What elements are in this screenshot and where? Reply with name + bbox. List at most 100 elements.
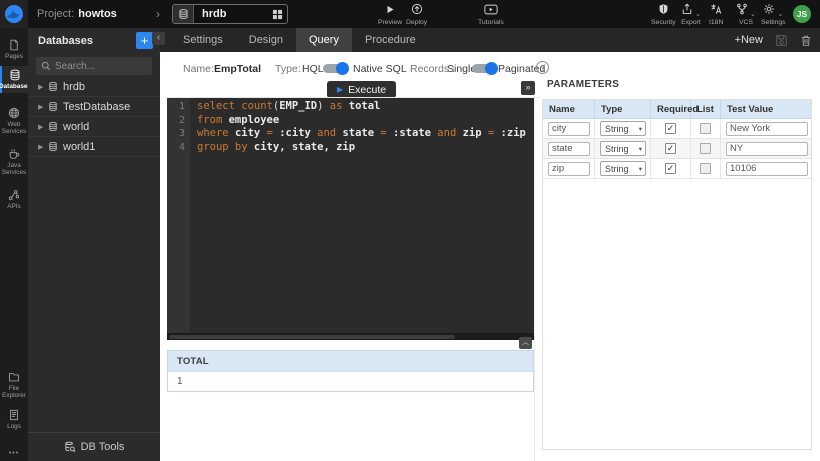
db-tools-button[interactable]: DB Tools — [28, 432, 160, 461]
sidebar-item-web-services[interactable]: Web Services — [0, 104, 28, 138]
expand-arrow-icon[interactable]: ▶ — [38, 83, 48, 91]
topbar-action-i18n[interactable]: I18N — [709, 3, 723, 26]
help-icon[interactable]: ? — [536, 61, 549, 74]
sidebar-item-apis[interactable]: APIs — [0, 186, 28, 213]
topbar-action-export[interactable]: ⌄Export — [681, 3, 701, 26]
topbar-action-label: I18N — [709, 19, 723, 26]
execute-button[interactable]: ▶ Execute — [327, 81, 396, 98]
database-search[interactable] — [36, 57, 152, 75]
param-test-value-input[interactable] — [726, 122, 808, 136]
chevron-down-icon: ▾ — [639, 165, 642, 173]
result-row: 1 — [168, 371, 533, 391]
param-type-select[interactable]: String▾ — [600, 161, 646, 176]
tab-design[interactable]: Design — [236, 28, 296, 52]
app-logo[interactable] — [0, 0, 28, 28]
type-option-native-sql[interactable]: Native SQL — [353, 62, 407, 76]
expand-arrow-icon[interactable]: ▶ — [38, 143, 48, 151]
param-test-value-input[interactable] — [726, 142, 808, 156]
param-name-input[interactable] — [548, 162, 590, 176]
sidebar-item-java-services[interactable]: Java Services — [0, 145, 28, 179]
tab-query[interactable]: Query — [296, 28, 352, 52]
code-token: city — [235, 127, 267, 139]
gear-icon: ⌄ — [763, 3, 783, 15]
param-required-cell: ✓ — [651, 119, 691, 138]
list-checkbox[interactable] — [700, 143, 711, 154]
records-toggle[interactable] — [472, 63, 496, 74]
required-checkbox[interactable]: ✓ — [665, 123, 676, 134]
type-option-hql[interactable]: HQL — [302, 62, 324, 76]
sidebar-item-pages[interactable]: Pages — [0, 36, 28, 63]
collapse-editor-button[interactable]: ︿ — [519, 337, 532, 349]
tab-settings[interactable]: Settings — [170, 28, 236, 52]
param-list-cell — [691, 119, 721, 138]
code-token: and — [437, 127, 462, 139]
deploy-icon — [411, 3, 423, 15]
topbar-action-settings[interactable]: ⌄Settings — [761, 3, 786, 26]
database-item-world[interactable]: ▶ world — [28, 117, 160, 137]
database-selector-value: hrdb — [194, 8, 267, 20]
sidebar-item-label: APIs — [7, 203, 21, 210]
param-test-value-input[interactable] — [726, 162, 808, 176]
database-search-input[interactable] — [55, 61, 143, 72]
code-line: group by city, state, zip — [197, 141, 534, 155]
list-checkbox[interactable] — [700, 163, 711, 174]
database-selector[interactable]: hrdb — [172, 4, 288, 24]
list-checkbox[interactable] — [700, 123, 711, 134]
type-toggle[interactable] — [323, 63, 347, 74]
new-query-button[interactable]: +New — [735, 34, 763, 46]
param-type-select[interactable]: String▾ — [600, 141, 646, 156]
database-name: world1 — [63, 141, 95, 153]
required-checkbox[interactable]: ✓ — [665, 163, 676, 174]
database-item-testdatabase[interactable]: ▶TestDatabase — [28, 97, 160, 117]
delete-icon[interactable] — [800, 34, 812, 47]
topbar-action-tutorials[interactable]: Tutorials — [478, 3, 504, 26]
code-token: = — [488, 127, 501, 139]
editor-hscrollbar[interactable] — [167, 333, 534, 340]
topbar-action-deploy[interactable]: Deploy — [406, 3, 427, 26]
database-name: world — [63, 121, 89, 133]
collapse-panel-button[interactable]: ‹ — [152, 32, 165, 45]
project-breadcrumb[interactable]: Project: howtos — [37, 0, 117, 28]
param-type-value: String — [605, 144, 629, 154]
chevron-down-icon: ⌄ — [695, 10, 701, 18]
code-token: where — [197, 127, 235, 139]
database-icon — [48, 121, 58, 132]
param-name-input[interactable] — [548, 142, 590, 156]
database-icon — [9, 69, 21, 81]
database-item-hrdb[interactable]: ▶ hrdb — [28, 77, 160, 97]
rail-more-button[interactable]: ••• — [0, 450, 28, 457]
user-avatar[interactable]: JS — [793, 5, 811, 23]
expand-arrow-icon[interactable]: ▶ — [38, 103, 48, 111]
sidebar-item-label: Databases — [0, 83, 31, 90]
expand-parameters-button[interactable]: » — [521, 81, 535, 95]
sidebar-item-logs[interactable]: Logs — [0, 406, 28, 433]
expand-arrow-icon[interactable]: ▶ — [38, 123, 48, 131]
required-checkbox[interactable]: ✓ — [665, 143, 676, 154]
save-icon[interactable] — [775, 34, 788, 47]
tab-procedure[interactable]: Procedure — [352, 28, 429, 52]
export-icon: ⌄ — [681, 3, 701, 15]
param-name-input[interactable] — [548, 122, 590, 136]
api-icon — [8, 189, 20, 201]
topbar-action-vcs[interactable]: ⌄VCS — [736, 3, 756, 26]
database-name: hrdb — [63, 81, 85, 93]
tutorials-icon — [484, 3, 498, 15]
topbar-action-security[interactable]: Security — [651, 3, 676, 26]
databases-panel-header: Databases + — [28, 28, 160, 54]
database-item-world1[interactable]: ▶ world1 — [28, 137, 160, 157]
topbar-action-label: Export — [681, 19, 701, 26]
sidebar-item-databases[interactable]: Databases — [0, 66, 28, 93]
coffee-icon — [8, 148, 20, 160]
topbar-action-preview[interactable]: Preview — [378, 3, 402, 26]
left-rail: Pages Databases Web Services Java Services A… — [0, 28, 28, 461]
chevron-down-icon: ⌄ — [777, 10, 783, 18]
code-token: total — [349, 100, 381, 112]
sql-editor[interactable]: 1234 select count(EMP_ID) as totalfrom e… — [167, 98, 534, 333]
sidebar-item-file-explorer[interactable]: File Explorer — [0, 368, 28, 402]
topbar-action-label: VCS — [739, 19, 753, 26]
param-type-select[interactable]: String▾ — [600, 121, 646, 136]
add-database-button[interactable]: + — [136, 32, 153, 49]
db-tools-icon — [64, 441, 76, 453]
divider — [534, 96, 535, 461]
editor-code[interactable]: select count(EMP_ID) as totalfrom employ… — [190, 98, 534, 154]
